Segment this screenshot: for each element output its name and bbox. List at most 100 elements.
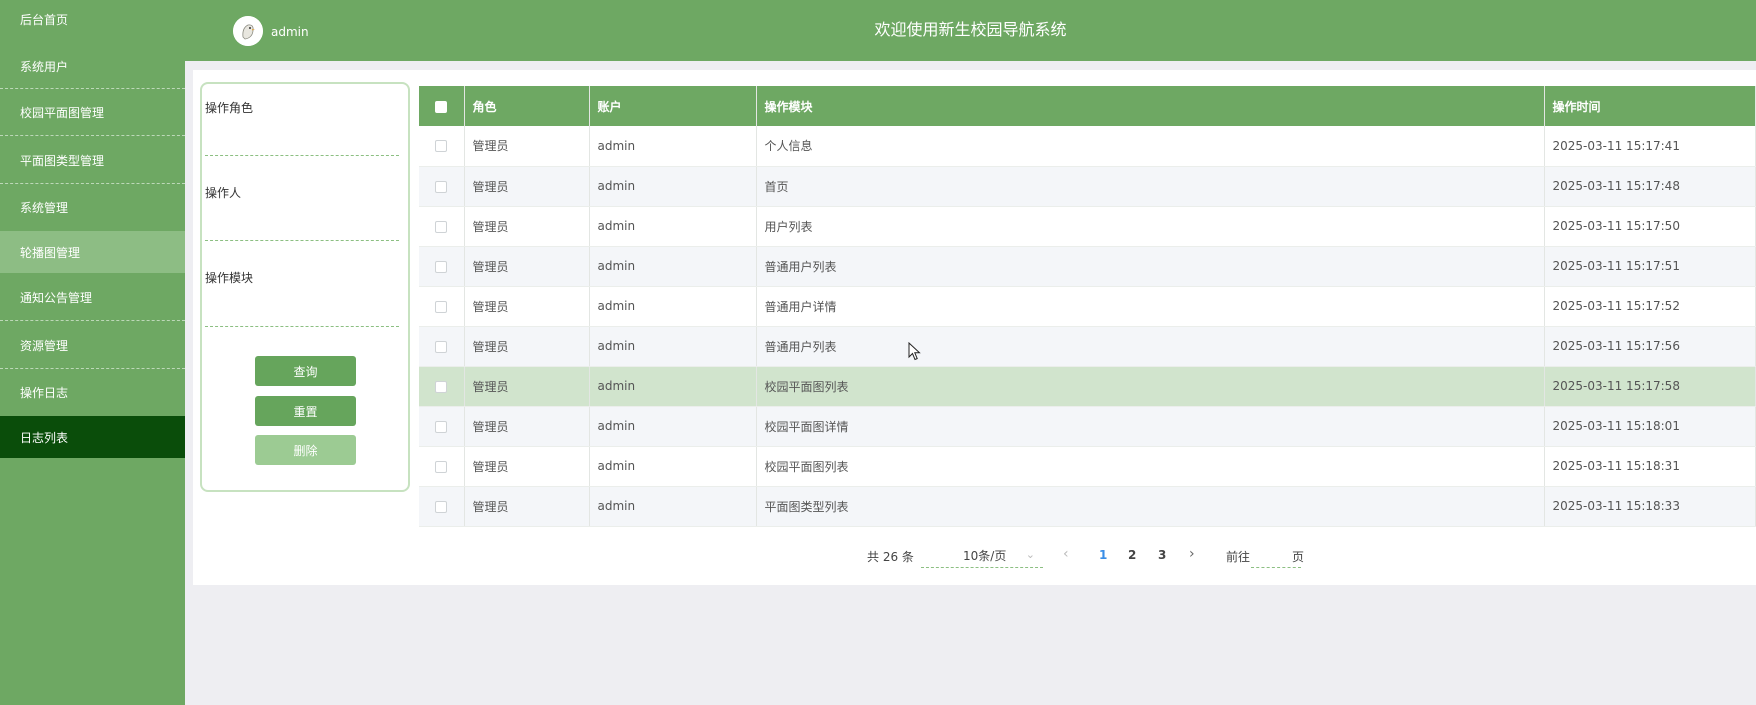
cell-account: admin <box>589 406 757 447</box>
row-select-cell[interactable] <box>419 406 465 447</box>
top-header: admin 欢迎使用新生校园导航系统 <box>185 0 1756 61</box>
row-select-cell[interactable] <box>419 326 465 367</box>
sidebar-item-campus-map[interactable]: 校园平面图管理 <box>0 89 185 136</box>
sidebar-item-label: 系统管理 <box>20 201 69 215</box>
cell-account: admin <box>589 446 757 487</box>
table-row[interactable]: 管理员 admin 普通用户详情 2025-03-11 15:17:52 <box>419 286 1756 327</box>
table-row[interactable]: 管理员 admin 普通用户列表 2025-03-11 15:17:51 <box>419 246 1756 287</box>
sidebar-item-system-manage[interactable]: 系统管理 <box>0 184 185 231</box>
cell-role: 管理员 <box>464 486 590 527</box>
table-row[interactable]: 管理员 admin 校园平面图列表 2025-03-11 15:18:31 <box>419 446 1756 487</box>
column-header-module: 操作模块 <box>756 86 1545 126</box>
role-label: 操作角色 <box>205 101 254 115</box>
checkbox-icon[interactable] <box>435 100 448 113</box>
page-size-select[interactable]: 10条/页 ⌄ <box>921 544 1043 568</box>
mouse-cursor-icon <box>908 341 922 365</box>
table-row[interactable]: 管理员 admin 用户列表 2025-03-11 15:17:50 <box>419 206 1756 247</box>
table-header-row: 角色 账户 操作模块 操作时间 <box>419 86 1756 126</box>
cell-time: 2025-03-11 15:17:51 <box>1544 246 1756 287</box>
cell-account: admin <box>589 166 757 207</box>
checkbox-icon[interactable] <box>435 260 448 273</box>
pagination-total: 共 26 条 <box>867 550 914 564</box>
row-select-cell[interactable] <box>419 446 465 487</box>
row-select-cell[interactable] <box>419 366 465 407</box>
sidebar-item-carousel[interactable]: 轮播图管理 <box>0 231 185 273</box>
sidebar-item-label: 资源管理 <box>20 338 69 353</box>
cell-module: 个人信息 <box>756 126 1545 167</box>
cell-time: 2025-03-11 15:17:58 <box>1544 366 1756 407</box>
checkbox-icon[interactable] <box>435 220 448 233</box>
module-input[interactable] <box>205 305 399 327</box>
cell-role: 管理员 <box>464 206 590 247</box>
checkbox-icon[interactable] <box>435 460 448 473</box>
sidebar-item-map-type[interactable]: 平面图类型管理 <box>0 136 185 184</box>
row-select-cell[interactable] <box>419 166 465 207</box>
goto-label: 前往 <box>1226 550 1251 564</box>
role-input[interactable] <box>205 134 399 156</box>
table-row[interactable]: 管理员 admin 普通用户列表 2025-03-11 15:17:56 <box>419 326 1756 367</box>
table-row[interactable]: 管理员 admin 校园平面图详情 2025-03-11 15:18:01 <box>419 406 1756 447</box>
checkbox-icon[interactable] <box>435 340 448 353</box>
page-number-1[interactable]: 1 <box>1099 548 1107 562</box>
sidebar-item-resource[interactable]: 资源管理 <box>0 321 185 369</box>
cell-time: 2025-03-11 15:18:31 <box>1544 446 1756 487</box>
checkbox-icon[interactable] <box>435 380 448 393</box>
sidebar-item-notice[interactable]: 通知公告管理 <box>0 273 185 321</box>
cell-module: 普通用户列表 <box>756 246 1545 287</box>
sidebar-item-log-list[interactable]: 日志列表 <box>0 416 185 458</box>
select-all-cell[interactable] <box>419 86 465 126</box>
page-number-3[interactable]: 3 <box>1158 548 1166 562</box>
cell-module: 校园平面图列表 <box>756 366 1545 407</box>
cell-role: 管理员 <box>464 406 590 447</box>
row-select-cell[interactable] <box>419 486 465 527</box>
sidebar-item-label: 校园平面图管理 <box>20 106 105 120</box>
table-row[interactable]: 管理员 admin 平面图类型列表 2025-03-11 15:18:33 <box>419 486 1756 527</box>
column-header-role: 角色 <box>464 86 590 126</box>
sidebar-item-dashboard[interactable]: 后台首页 <box>0 0 185 38</box>
cell-time: 2025-03-11 15:17:48 <box>1544 166 1756 207</box>
row-select-cell[interactable] <box>419 126 465 167</box>
operator-input[interactable] <box>205 219 399 241</box>
checkbox-icon[interactable] <box>435 500 448 513</box>
sidebar-item-label: 系统用户 <box>20 60 69 74</box>
column-header-time: 操作时间 <box>1544 86 1756 126</box>
cell-time: 2025-03-11 15:17:52 <box>1544 286 1756 327</box>
cell-module: 首页 <box>756 166 1545 207</box>
row-select-cell[interactable] <box>419 246 465 287</box>
checkbox-icon[interactable] <box>435 140 448 153</box>
query-button[interactable]: 查询 <box>255 356 356 386</box>
cell-module: 校园平面图列表 <box>756 446 1545 487</box>
row-select-cell[interactable] <box>419 206 465 247</box>
search-panel: 操作角色 操作人 操作模块 查询 重置 删除 <box>200 82 410 492</box>
cell-role: 管理员 <box>464 166 590 207</box>
sidebar-item-system-users[interactable]: 系统用户 <box>0 44 185 89</box>
checkbox-icon[interactable] <box>435 300 448 313</box>
sidebar: 后台首页 系统用户 校园平面图管理 平面图类型管理 系统管理 轮播图管理 通知公… <box>0 0 185 705</box>
cell-time: 2025-03-11 15:17:41 <box>1544 126 1756 167</box>
sidebar-item-label: 通知公告管理 <box>20 290 93 305</box>
reset-button[interactable]: 重置 <box>255 396 356 426</box>
table-row[interactable]: 管理员 admin 个人信息 2025-03-11 15:17:41 <box>419 126 1756 167</box>
cell-account: admin <box>589 286 757 327</box>
table-row[interactable]: 管理员 admin 校园平面图列表 2025-03-11 15:17:58 <box>419 366 1756 407</box>
sidebar-item-operation-log[interactable]: 操作日志 <box>0 369 185 416</box>
cell-account: admin <box>589 246 757 287</box>
cell-role: 管理员 <box>464 286 590 327</box>
table-row[interactable]: 管理员 admin 首页 2025-03-11 15:17:48 <box>419 166 1756 207</box>
cell-account: admin <box>589 486 757 527</box>
cell-time: 2025-03-11 15:18:33 <box>1544 486 1756 527</box>
chevron-right-icon[interactable]: › <box>1189 546 1195 562</box>
checkbox-icon[interactable] <box>435 180 448 193</box>
cell-module: 普通用户详情 <box>756 286 1545 327</box>
sidebar-item-label: 日志列表 <box>20 430 69 445</box>
cell-module: 校园平面图详情 <box>756 406 1545 447</box>
chevron-left-icon[interactable]: ‹ <box>1063 546 1069 562</box>
page-number-2[interactable]: 2 <box>1128 548 1136 562</box>
checkbox-icon[interactable] <box>435 420 448 433</box>
cell-role: 管理员 <box>464 326 590 367</box>
cell-module: 普通用户列表 <box>756 326 1545 367</box>
column-header-account: 账户 <box>589 86 757 126</box>
row-select-cell[interactable] <box>419 286 465 327</box>
delete-button[interactable]: 删除 <box>255 435 356 465</box>
cell-time: 2025-03-11 15:17:56 <box>1544 326 1756 367</box>
